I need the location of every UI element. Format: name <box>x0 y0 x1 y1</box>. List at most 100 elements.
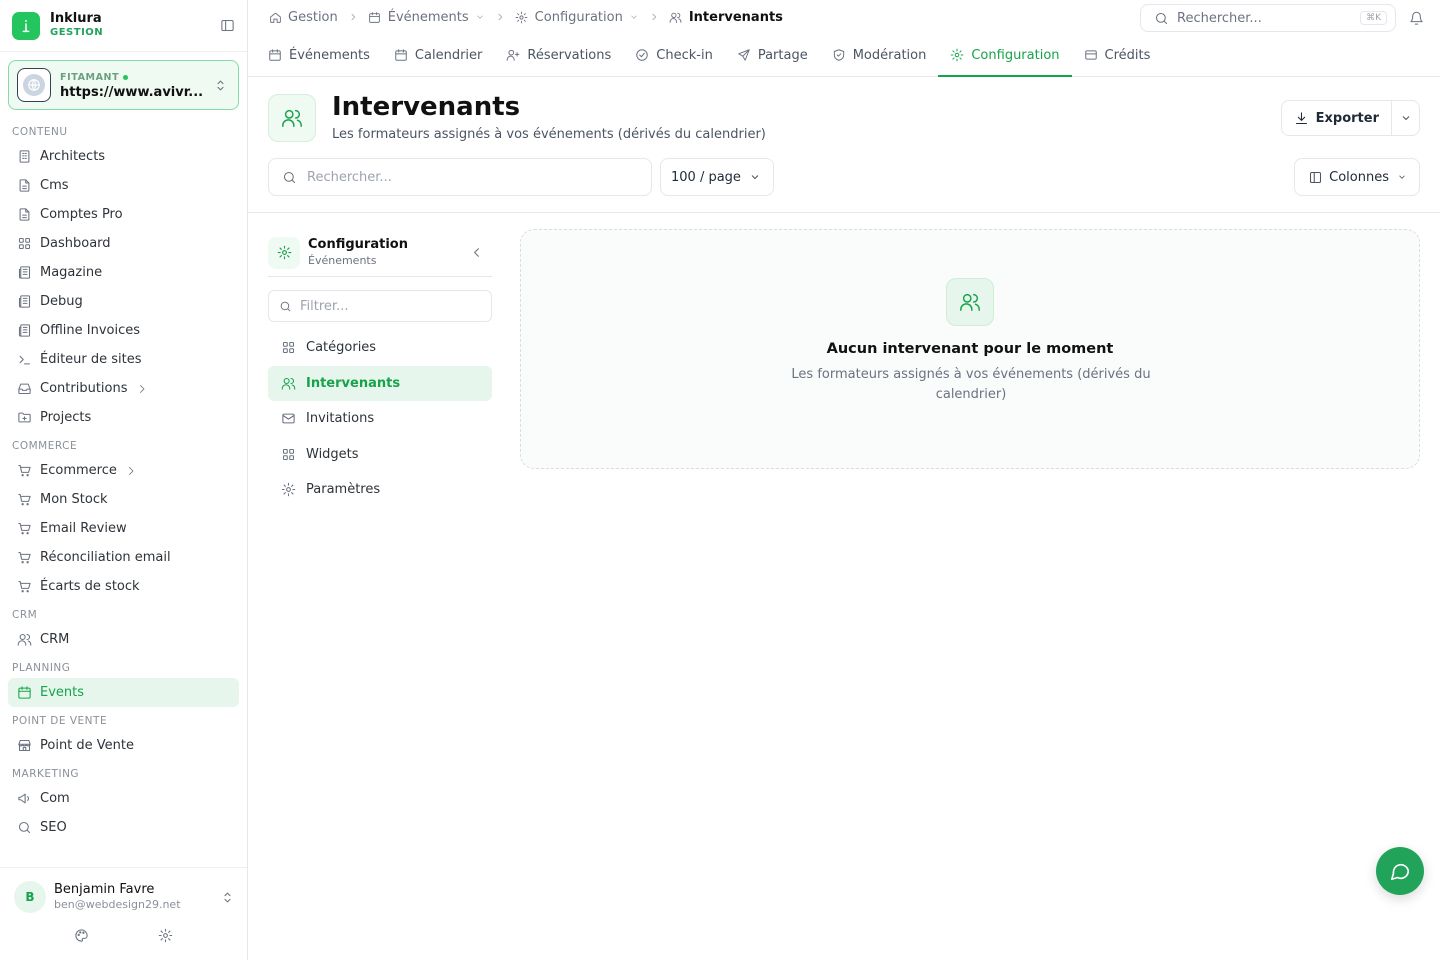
sidebar-item-magazine[interactable]: Magazine <box>8 258 239 287</box>
palette-icon[interactable] <box>74 927 90 943</box>
chevron-down-icon[interactable] <box>629 12 639 22</box>
sidebar-section-label: MARKETING <box>12 768 80 780</box>
tab-label: Partage <box>757 47 808 63</box>
sidebar-item-label: Écarts de stock <box>40 579 140 594</box>
sidebar-item-contributions[interactable]: Contributions <box>8 374 239 403</box>
tab-reservations[interactable]: Réservations <box>494 34 623 76</box>
building-icon <box>16 149 32 165</box>
tab-evenements[interactable]: Événements <box>268 34 382 76</box>
brand-subtitle: GESTION <box>50 26 104 38</box>
sidebar-item-mon-stock[interactable]: Mon Stock <box>8 485 239 514</box>
sidebar-item-ecarts-de-stock[interactable]: Écarts de stock <box>8 572 239 601</box>
module-tabs: Événements Calendrier Réservations Check-in… <box>248 34 1440 77</box>
search-icon <box>281 169 297 185</box>
user-plus-icon <box>506 48 520 62</box>
sidebar-item-architects[interactable]: Architects <box>8 142 239 171</box>
columns-label: Colonnes <box>1329 169 1389 185</box>
breadcrumb-current-label: Intervenants <box>688 9 783 25</box>
search-icon <box>1153 10 1169 26</box>
chevron-left-icon[interactable] <box>468 245 484 261</box>
tab-label: Check-in <box>656 47 713 63</box>
newspaper-icon <box>16 294 32 310</box>
breadcrumb-events[interactable]: Événements <box>368 10 485 25</box>
tab-credits[interactable]: Crédits <box>1072 34 1163 76</box>
newspaper-icon <box>16 323 32 339</box>
user-menu[interactable]: B Benjamin Favre ben@webdesign29.net <box>0 868 247 913</box>
sidebar-item-label: Ecommerce <box>40 463 117 478</box>
config-item-parametres[interactable]: Paramètres <box>268 472 492 507</box>
sidebar-toggle-icon[interactable] <box>219 18 235 34</box>
config-filter-input[interactable]: Filtrer... <box>268 290 492 322</box>
breadcrumb-config[interactable]: Configuration <box>515 10 639 25</box>
config-item-invitations[interactable]: Invitations <box>268 401 492 436</box>
folder-icon <box>16 410 32 426</box>
export-options-button[interactable] <box>1391 101 1419 135</box>
site-switcher[interactable]: FITAMANT https://www.avivr... <box>8 60 239 110</box>
config-item-label: Invitations <box>306 411 375 426</box>
users-icon <box>280 375 296 391</box>
sidebar-item-comptes-pro[interactable]: Comptes Pro <box>8 200 239 229</box>
empty-state-title: Aucun intervenant pour le moment <box>826 341 1114 357</box>
sidebar-item-dashboard[interactable]: Dashboard <box>8 229 239 258</box>
sidebar-item-debug[interactable]: Debug <box>8 287 239 316</box>
gear-icon <box>950 48 964 62</box>
avatar: B <box>14 881 46 913</box>
page-subtitle: Les formateurs assignés à vos événements… <box>332 127 766 142</box>
columns-button[interactable]: Colonnes <box>1294 158 1420 196</box>
sidebar-item-ecommerce[interactable]: Ecommerce <box>8 456 239 485</box>
tab-configuration[interactable]: Configuration <box>938 34 1072 77</box>
terminal-icon <box>16 352 32 368</box>
gear-icon <box>515 10 529 24</box>
export-button[interactable]: Exporter <box>1282 101 1391 135</box>
sidebar-item-seo[interactable]: SEO <box>8 813 239 842</box>
table-search-input[interactable]: Rechercher... <box>268 158 652 196</box>
sidebar-item-label: Réconciliation email <box>40 550 171 565</box>
chevron-down-icon <box>1402 116 1409 121</box>
tab-label: Calendrier <box>414 47 483 63</box>
sidebar-item-offline-invoices[interactable]: Offline Invoices <box>8 316 239 345</box>
sidebar-item-label: Cms <box>40 178 69 193</box>
sidebar-item-cms[interactable]: Cms <box>8 171 239 200</box>
download-icon <box>1294 110 1310 126</box>
empty-state-description: Les formateurs assignés à vos événements… <box>791 367 1151 402</box>
config-item-widgets[interactable]: Widgets <box>268 437 492 472</box>
tab-partage[interactable]: Partage <box>725 34 820 76</box>
breadcrumb-config-label: Configuration <box>534 9 623 25</box>
tab-check-in[interactable]: Check-in <box>623 34 725 76</box>
sidebar-item-crm[interactable]: CRM <box>8 625 239 654</box>
bell-icon[interactable] <box>1408 10 1424 26</box>
tab-moderation[interactable]: Modération <box>820 34 939 76</box>
sidebar-item-point-de-vente[interactable]: Point de Vente <box>8 731 239 760</box>
config-menu: Catégories Intervenants Invitations Widgets… <box>268 330 492 507</box>
gear-icon[interactable] <box>157 927 173 943</box>
gear-icon <box>268 236 300 269</box>
page-title: Intervenants <box>332 92 521 122</box>
tab-calendrier[interactable]: Calendrier <box>382 34 494 76</box>
sidebar-item-com[interactable]: Com <box>8 784 239 813</box>
sidebar-item-label: Architects <box>40 149 106 164</box>
sidebar-item-email-review[interactable]: Email Review <box>8 514 239 543</box>
per-page-value: 100 / page <box>671 169 741 185</box>
chevron-down-icon[interactable] <box>475 12 485 22</box>
sidebar-item-label: Magazine <box>40 265 103 280</box>
global-search-placeholder: Rechercher... <box>1177 10 1262 26</box>
sidebar-section-label: POINT DE VENTE <box>12 715 108 727</box>
per-page-select[interactable]: 100 / page <box>660 158 774 196</box>
calendar-icon <box>16 685 32 701</box>
users-icon <box>946 278 994 326</box>
sidebar-item-reconciliation-email[interactable]: Réconciliation email <box>8 543 239 572</box>
brand-logo <box>12 11 40 40</box>
user-panel: B Benjamin Favre ben@webdesign29.net <box>0 867 247 960</box>
chevron-up-down-icon <box>212 77 228 93</box>
breadcrumb-home[interactable]: Gestion <box>268 10 338 25</box>
file-icon <box>16 207 32 223</box>
sidebar-item-projects[interactable]: Projects <box>8 403 239 432</box>
user-name: Benjamin Favre <box>54 882 155 897</box>
global-search[interactable]: Rechercher... ⌘K <box>1140 4 1396 32</box>
config-item-intervenants[interactable]: Intervenants <box>268 365 492 401</box>
config-item-categories[interactable]: Catégories <box>268 330 492 365</box>
sidebar-item-editeur-de-sites[interactable]: Éditeur de sites <box>8 345 239 374</box>
sidebar-item-events[interactable]: Events <box>8 678 239 707</box>
chat-button[interactable] <box>1376 847 1424 895</box>
sidebar-item-label: CRM <box>40 632 70 647</box>
